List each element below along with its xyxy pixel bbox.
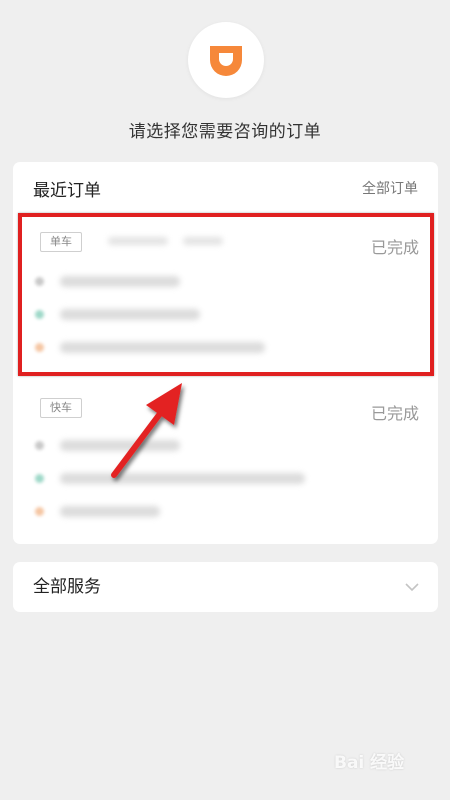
- didi-logo-icon: [210, 46, 242, 76]
- order-item-bike[interactable]: 单车 已完成: [13, 232, 438, 370]
- app-logo: [188, 22, 264, 98]
- blurred-end-address: [60, 505, 160, 517]
- order-status: 已完成: [370, 238, 419, 257]
- end-dot-icon: [35, 506, 44, 516]
- order-end-row: [35, 504, 160, 518]
- blurred-text: [183, 237, 223, 245]
- recent-orders-header: 最近订单 全部订单: [33, 174, 418, 202]
- blurred-end-address: [60, 341, 265, 353]
- order-type-tag: 单车: [40, 232, 82, 252]
- recent-orders-card: 最近订单 全部订单 单车 已完成 快车 已完成: [13, 162, 438, 544]
- order-start-row: [35, 471, 305, 485]
- all-services-dropdown[interactable]: 全部服务: [13, 562, 438, 612]
- blurred-start-address: [60, 472, 305, 484]
- end-dot-icon: [35, 342, 44, 352]
- page-prompt: 请选择您需要咨询的订单: [128, 122, 322, 142]
- chevron-down-icon[interactable]: [404, 579, 420, 595]
- order-status: 已完成: [370, 404, 419, 423]
- order-type-tag: 快车: [40, 398, 82, 418]
- recent-orders-title: 最近订单: [33, 180, 101, 201]
- time-dot-icon: [35, 276, 44, 286]
- order-time-row: [35, 438, 180, 452]
- order-start-row: [35, 307, 200, 321]
- order-item-express[interactable]: 快车 已完成: [13, 398, 438, 528]
- all-services-title: 全部服务: [33, 577, 101, 597]
- time-dot-icon: [35, 440, 44, 450]
- blurred-time: [60, 275, 180, 287]
- blurred-start-address: [60, 308, 200, 320]
- start-dot-icon: [35, 309, 44, 319]
- order-end-row: [35, 340, 265, 354]
- order-time-row: [35, 274, 180, 288]
- blurred-text: [108, 237, 168, 245]
- blurred-time: [60, 439, 180, 451]
- watermark: Bai 经验: [334, 748, 434, 788]
- start-dot-icon: [35, 473, 44, 483]
- all-orders-link[interactable]: 全部订单: [362, 178, 418, 198]
- watermark-text: Bai 经验: [334, 753, 405, 773]
